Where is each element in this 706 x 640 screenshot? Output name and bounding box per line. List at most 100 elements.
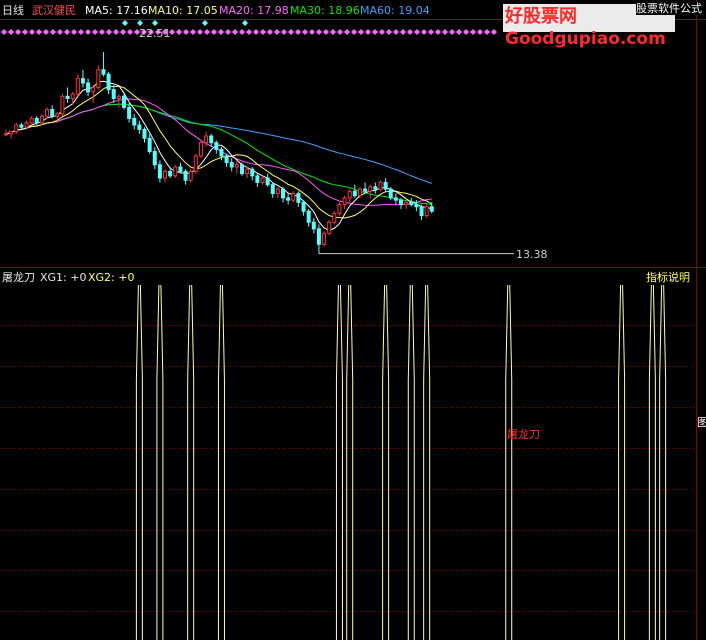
candle-down	[363, 188, 368, 192]
candle-down	[157, 164, 162, 179]
signal-bar-left	[618, 284, 622, 640]
signal-diamond	[477, 29, 483, 35]
candle-up	[342, 197, 347, 206]
signal-bar-right	[221, 284, 225, 640]
candle-up	[4, 133, 8, 136]
signal-diamond-cyan	[152, 20, 158, 26]
signal-diamond	[22, 29, 28, 35]
signal-diamond	[470, 29, 476, 35]
candle-down	[373, 186, 378, 190]
candle-up	[204, 135, 209, 144]
xg2-value: XG2: +0	[88, 271, 135, 284]
candle-up	[29, 117, 34, 124]
signal-diamond	[85, 29, 91, 35]
signal-diamond	[372, 29, 378, 35]
candle-down	[224, 155, 229, 164]
signal-bar-left	[423, 284, 427, 640]
signal-diamond	[232, 29, 238, 35]
signal-diamond	[197, 29, 203, 35]
candle-up	[347, 190, 352, 199]
candle-up	[327, 221, 332, 234]
candle-down	[399, 199, 404, 206]
signal-diamond	[64, 29, 70, 35]
candle-down	[183, 170, 188, 181]
candle-down	[286, 197, 291, 201]
candle-down	[301, 201, 306, 212]
signal-bar-left	[346, 284, 350, 640]
ma60-value: MA60: 19.04	[360, 4, 430, 17]
candle-up	[70, 93, 75, 99]
signal-diamond	[43, 29, 49, 35]
signal-diamond	[127, 29, 133, 35]
candle-down	[311, 221, 316, 230]
ma20-line	[5, 98, 432, 206]
candle-down	[419, 206, 424, 217]
signal-diamond	[211, 29, 217, 35]
signal-diamond	[407, 29, 413, 35]
candle-down	[296, 193, 301, 203]
signal-bar-right	[139, 284, 143, 640]
candle-up	[337, 204, 342, 214]
period-label[interactable]: 日线	[2, 4, 24, 18]
indicator-help-button[interactable]: 指标说明	[646, 271, 690, 285]
candle-up	[275, 188, 280, 195]
candle-down	[409, 201, 414, 206]
candle-down	[306, 210, 311, 223]
signal-diamond	[344, 29, 350, 35]
signal-diamond	[365, 29, 371, 35]
signal-diamond	[253, 29, 259, 35]
signal-diamond	[337, 29, 343, 35]
candle-up	[55, 113, 60, 117]
candle-up	[260, 177, 265, 183]
candle-down	[414, 204, 419, 208]
signal-diamond	[190, 29, 196, 35]
candle-up	[188, 170, 193, 181]
candle-down	[111, 89, 116, 99]
moving-average-lines	[5, 80, 433, 231]
candle-down	[270, 184, 275, 195]
candle-up	[368, 186, 373, 192]
signal-diamond	[351, 29, 357, 35]
signal-bar-left	[335, 284, 339, 640]
candle-up	[291, 193, 296, 201]
candle-up	[60, 95, 65, 115]
signal-diamond	[316, 29, 322, 35]
signal-bar-right	[386, 284, 390, 640]
candle-down	[178, 166, 183, 172]
signal-diamond	[442, 29, 448, 35]
candle-up	[173, 166, 178, 177]
watermark-tag: 股票软件公式	[636, 2, 702, 15]
signal-diamond	[120, 29, 126, 35]
indicator-name: 屠龙刀	[2, 271, 35, 284]
candle-up	[378, 181, 383, 190]
candle-up	[424, 206, 429, 217]
candle-down	[19, 124, 24, 128]
signal-diamond	[183, 29, 189, 35]
candle-down	[80, 78, 85, 84]
ma60-line	[5, 103, 432, 184]
signal-bar-left	[135, 284, 139, 640]
candle-down	[106, 73, 111, 91]
chart-stage: 日线 武汉健民 MA5: 17.16 MA10: 17.05 MA20: 17.…	[0, 0, 706, 640]
signal-diamond-cyan	[122, 20, 128, 26]
signal-diamond	[225, 29, 231, 35]
signal-diamond	[414, 29, 420, 35]
low-price-label: 13.38	[516, 248, 548, 261]
candle-down	[86, 82, 91, 93]
signal-diamond	[281, 29, 287, 35]
signal-diamond	[29, 29, 35, 35]
candle-up	[96, 69, 101, 88]
signal-diamond	[491, 29, 497, 35]
candle-up	[245, 168, 250, 175]
ma30-line	[5, 103, 432, 206]
candlestick-series	[4, 51, 514, 255]
candle-down	[168, 170, 173, 177]
signal-bar-left	[659, 284, 663, 640]
right-edge-tab[interactable]: 图	[697, 416, 706, 430]
candle-down	[101, 69, 106, 75]
signal-diamond	[386, 29, 392, 35]
candle-up	[75, 78, 80, 95]
signal-bar-right	[622, 284, 626, 640]
signal-bar-right	[652, 284, 656, 640]
candle-down	[429, 206, 434, 212]
